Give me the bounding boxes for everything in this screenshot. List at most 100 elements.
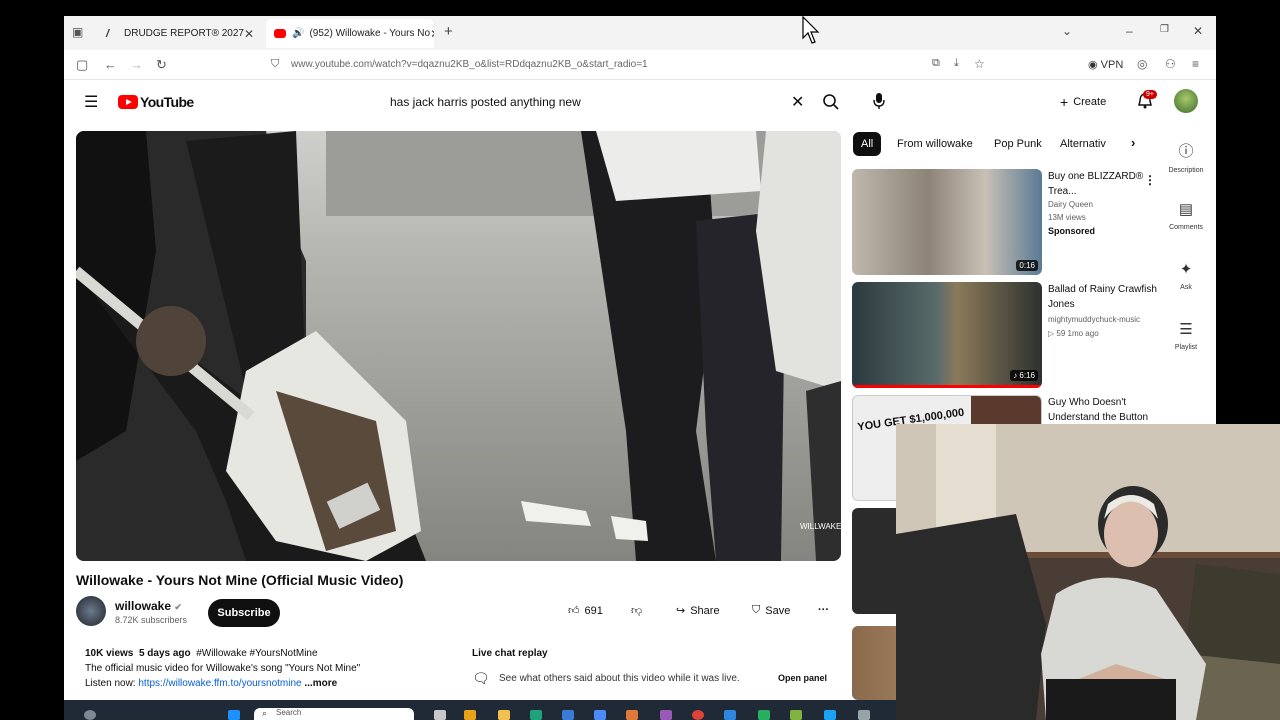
download-icon[interactable]: ⤓ bbox=[954, 57, 959, 70]
bookmark-icon: ⛉ bbox=[752, 604, 761, 616]
more-vert-icon[interactable]: ⋮ bbox=[1144, 173, 1156, 187]
speaker-icon[interactable]: 🔊 bbox=[292, 28, 304, 39]
microphone-icon[interactable] bbox=[872, 92, 886, 110]
upload-date: 5 days ago bbox=[138, 648, 191, 659]
taskbar-search[interactable]: Search bbox=[254, 708, 414, 720]
sidebar-icon[interactable]: ▢ bbox=[76, 57, 88, 73]
search-input[interactable]: has jack harris posted anything new bbox=[390, 95, 581, 109]
app-icon[interactable] bbox=[660, 710, 672, 720]
side-playlist[interactable]: ☰ Playlist bbox=[1164, 320, 1208, 351]
plus-icon: + bbox=[1060, 94, 1069, 110]
app-icon[interactable] bbox=[790, 710, 802, 720]
menu-icon[interactable]: ≡ bbox=[1192, 57, 1199, 71]
side-label: Comments bbox=[1169, 224, 1203, 231]
side-label: Description bbox=[1168, 167, 1204, 174]
side-description[interactable]: ⓘ Description bbox=[1164, 140, 1208, 174]
account-icon[interactable]: ◎ bbox=[1137, 57, 1147, 71]
back-button[interactable]: ← bbox=[104, 57, 117, 72]
info-icon: ⓘ bbox=[1178, 143, 1194, 160]
sparkle-icon: ✦ bbox=[1179, 261, 1193, 278]
rec-thumbnail[interactable]: ♪ 6:16 bbox=[852, 282, 1042, 388]
side-ask[interactable]: ✦ Ask bbox=[1164, 260, 1208, 291]
user-avatar[interactable] bbox=[1174, 89, 1198, 113]
subscribe-button[interactable]: Subscribe bbox=[208, 599, 280, 627]
app-icon[interactable] bbox=[626, 710, 638, 720]
close-window-button[interactable]: ✕ bbox=[1193, 24, 1203, 38]
rec-thumbnail[interactable]: 0:16 bbox=[852, 169, 1042, 275]
search-icon: ⌕ bbox=[262, 708, 268, 718]
extensions-icon[interactable]: ⚇ bbox=[1165, 57, 1176, 71]
rec-title[interactable]: Ballad of Rainy Crawfish Jones bbox=[1048, 282, 1158, 312]
dislike-button[interactable]: 👎︎ bbox=[631, 604, 642, 617]
hashtags[interactable]: #Willowake #YoursNotMine bbox=[196, 648, 317, 659]
hamburger-icon[interactable]: ☰ bbox=[84, 92, 98, 112]
store-icon[interactable] bbox=[562, 710, 574, 720]
video-player[interactable]: WILLWAKE bbox=[76, 131, 841, 561]
bookmark-star-icon[interactable]: ☆ bbox=[974, 57, 985, 71]
app-icon[interactable] bbox=[724, 710, 736, 720]
tab-youtube[interactable]: 🔊 (952) Willowake - Yours No ✕ bbox=[266, 19, 434, 48]
chip-from-willowake[interactable]: From willowake bbox=[889, 132, 981, 156]
reload-button[interactable]: ↻ bbox=[156, 57, 167, 73]
edge-icon[interactable] bbox=[530, 710, 542, 720]
more-button[interactable]: ...more bbox=[304, 678, 337, 689]
new-tab-button[interactable]: + bbox=[444, 23, 453, 40]
chrome-icon[interactable] bbox=[692, 710, 704, 720]
chip-all[interactable]: All bbox=[853, 132, 882, 156]
save-button[interactable]: ⛉ Save bbox=[752, 604, 790, 617]
play-icon: ▷ bbox=[1048, 329, 1055, 338]
channel-name[interactable]: willowake ✔ bbox=[115, 599, 182, 613]
minimize-button[interactable]: – bbox=[1126, 24, 1133, 38]
tab-drudge[interactable]: / DRUDGE REPORT® 2027 ✕ bbox=[98, 19, 262, 48]
rec-title[interactable]: Buy one BLIZZARD® Trea... bbox=[1048, 169, 1158, 199]
address-bar[interactable]: www.youtube.com/watch?v=dqaznu2KB_o&list… bbox=[291, 59, 648, 70]
tab-list-icon[interactable]: ⌄ bbox=[1062, 24, 1072, 38]
restore-button[interactable]: ❐ bbox=[1160, 24, 1169, 35]
tab-actions-icon[interactable]: ▣ bbox=[72, 25, 83, 39]
channel-avatar[interactable] bbox=[76, 596, 106, 626]
vpn-button[interactable]: ◉ VPN bbox=[1088, 58, 1123, 71]
playlist-icon: ☰ bbox=[1179, 321, 1193, 338]
duration-badge: ♪ 6:16 bbox=[1010, 370, 1038, 381]
chat-icon: 🗨︎ bbox=[472, 670, 490, 686]
start-button[interactable] bbox=[228, 710, 240, 720]
close-icon[interactable]: ✕ bbox=[430, 27, 434, 41]
taskbar: Search ⌕ bbox=[64, 700, 896, 720]
file-explorer-icon[interactable] bbox=[498, 710, 510, 720]
app-icon[interactable] bbox=[758, 710, 770, 720]
chip-pop-punk[interactable]: Pop Punk bbox=[986, 132, 1050, 156]
task-view-icon[interactable] bbox=[434, 710, 446, 720]
youtube-header: ☰ YouTube has jack harris posted anythin… bbox=[64, 80, 1216, 124]
share-button[interactable]: ↪ Share bbox=[676, 604, 720, 618]
sponsored-badge: Sponsored bbox=[1048, 226, 1096, 236]
site-info-icon[interactable]: ⛉ bbox=[271, 58, 279, 71]
share-label: Share bbox=[690, 604, 720, 617]
listen-prefix: Listen now: bbox=[85, 678, 136, 689]
close-icon[interactable]: ✕ bbox=[244, 27, 254, 41]
rec-views: ▷ 59 1mo ago bbox=[1048, 329, 1099, 338]
comment-icon: ▤ bbox=[1178, 201, 1194, 218]
search-icon[interactable] bbox=[822, 93, 840, 111]
mouse-cursor bbox=[802, 16, 820, 44]
more-actions-icon[interactable]: ··· bbox=[818, 604, 829, 616]
chevron-right-icon[interactable]: › bbox=[1131, 135, 1135, 150]
rec-channel: Dairy Queen bbox=[1048, 200, 1093, 209]
listen-link[interactable]: https://willowake.ffm.to/yoursnotmine bbox=[138, 678, 301, 689]
forward-button[interactable]: → bbox=[130, 57, 143, 72]
create-button[interactable]: + Create bbox=[1060, 94, 1106, 110]
youtube-logo[interactable]: YouTube bbox=[118, 94, 194, 110]
view-count: 10K views bbox=[85, 648, 134, 659]
like-button[interactable]: 👍︎ 691 bbox=[568, 604, 603, 618]
webcam-frame bbox=[896, 424, 1280, 720]
app-icon[interactable] bbox=[464, 710, 476, 720]
chip-alternative[interactable]: Alternativ bbox=[1052, 132, 1124, 156]
rec-title[interactable]: Guy Who Doesn't Understand the Button bbox=[1048, 395, 1158, 425]
widget-icon[interactable] bbox=[84, 710, 96, 720]
open-panel-button[interactable]: Open panel bbox=[778, 673, 827, 683]
clear-search-icon[interactable]: ✕ bbox=[791, 92, 804, 112]
screenshot-icon[interactable]: ⧉ bbox=[932, 57, 940, 70]
app-icon[interactable] bbox=[858, 710, 870, 720]
side-comments[interactable]: ▤ Comments bbox=[1164, 200, 1208, 231]
app-icon[interactable] bbox=[594, 710, 606, 720]
app-icon[interactable] bbox=[824, 710, 836, 720]
